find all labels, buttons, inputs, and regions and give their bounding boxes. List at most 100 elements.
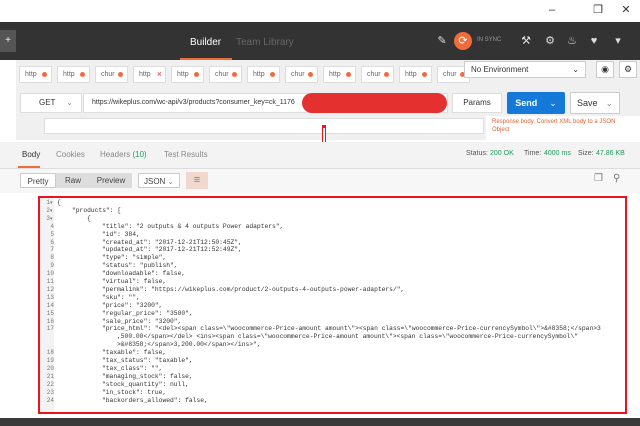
method-select[interactable]: GET ⌄ (20, 93, 82, 113)
tab-headers[interactable]: Headers (10) (100, 150, 147, 159)
send-label: Send (515, 98, 538, 108)
chevron-down-icon: ⌄ (572, 65, 579, 74)
fold-toggle-icon[interactable]: ▾ (50, 200, 53, 206)
pretty-button[interactable]: Pretty (20, 173, 56, 188)
request-tab[interactable]: chur (285, 66, 318, 83)
maximize-icon[interactable]: ❐ (588, 3, 608, 17)
request-tab-label: http (177, 71, 189, 78)
status-label: Status: (466, 150, 488, 157)
interceptor-icon[interactable]: ✎ (434, 33, 450, 49)
time-value: 4000 ms (544, 150, 571, 157)
line-number: 17 (46, 325, 54, 333)
minimize-icon[interactable]: – (542, 3, 562, 17)
close-icon[interactable]: ✕ (616, 3, 636, 17)
line-number: 1 (46, 199, 50, 206)
request-tab[interactable]: http (57, 66, 90, 83)
request-tab[interactable]: http (171, 66, 204, 83)
request-tab-label: http (63, 71, 75, 78)
heart-icon[interactable]: ♥ (586, 33, 602, 49)
status-value: 200 OK (490, 150, 514, 157)
line-number: 12 (46, 285, 54, 293)
env-settings-icon[interactable]: ⚙ (619, 61, 637, 78)
request-editor[interactable] (44, 118, 484, 134)
request-tab-label: chur (367, 71, 381, 78)
request-tab[interactable]: http (323, 66, 356, 83)
method-value: GET (39, 98, 56, 107)
unsaved-dot-icon (80, 72, 85, 77)
line-number: 8 (50, 254, 54, 262)
line-number: 4 (50, 222, 54, 230)
active-response-tab-indicator (18, 166, 40, 168)
code-line: "downloadable": false, (102, 270, 186, 278)
tab-builder[interactable]: Builder (190, 34, 221, 52)
code-line: "stock_quantity": null, (102, 380, 189, 388)
chevron-down-icon: ⌄ (549, 98, 557, 108)
unsaved-dot-icon (270, 72, 275, 77)
code-line: "type": "simple", (102, 254, 167, 262)
save-label: Save (576, 98, 598, 108)
format-select[interactable]: JSON ⌄ (138, 173, 180, 188)
wrap-lines-icon[interactable]: ≡ (186, 172, 208, 189)
sync-icon[interactable]: ⟳ (454, 32, 472, 50)
redaction-scribble (302, 93, 447, 113)
unsaved-dot-icon (308, 72, 313, 77)
line-number: 11 (46, 278, 54, 285)
code-line: { (87, 214, 91, 222)
code-line: "id": 384, (102, 230, 140, 238)
line-number: 14 (46, 301, 54, 309)
fold-toggle-icon[interactable]: ▾ (50, 216, 53, 222)
code-line: "price_html": "<del><span class=\"woocom… (102, 325, 601, 333)
request-tab[interactable]: chur (209, 66, 242, 83)
notifications-icon[interactable]: ♨ (564, 33, 580, 49)
settings-icon[interactable]: ⚙ (542, 33, 558, 49)
tab-cookies[interactable]: Cookies (56, 150, 85, 159)
save-button[interactable]: Save ⌄ (570, 92, 620, 114)
sync-status: IN SYNC (477, 37, 502, 43)
eye-icon[interactable]: ◉ (596, 61, 614, 78)
preview-button[interactable]: Preview (90, 173, 132, 188)
raw-button[interactable]: Raw (56, 173, 90, 188)
environment-select[interactable]: No Environment ⌄ (464, 61, 586, 78)
copy-icon[interactable]: ❐ (594, 173, 608, 187)
line-number: 20 (46, 364, 54, 372)
line-number: 22 (46, 380, 54, 388)
request-tab[interactable]: http × (133, 66, 166, 83)
params-button[interactable]: Params (452, 93, 502, 113)
tab-body[interactable]: Body (22, 150, 40, 159)
close-tab-icon[interactable]: × (157, 67, 162, 82)
line-number: 21 (46, 372, 54, 380)
line-number: 5 (50, 230, 54, 238)
search-icon[interactable]: ⚲ (613, 173, 627, 187)
line-number: 6 (50, 238, 54, 246)
fold-toggle-icon[interactable]: ▾ (50, 208, 53, 214)
request-tab[interactable]: http (399, 66, 432, 83)
request-tab-label: chur (291, 71, 305, 78)
size-value: 47.86 KB (596, 150, 625, 157)
request-tab-label: http (405, 71, 417, 78)
request-tab-label: chur (443, 71, 457, 78)
new-tab-button[interactable]: + (0, 30, 16, 52)
code-line: "permalink": "https://wikeplus.com/produ… (102, 285, 405, 293)
line-number: 13 (46, 293, 54, 301)
request-tab[interactable]: chur (95, 66, 128, 83)
wrench-icon[interactable]: ⚒ (518, 33, 534, 49)
code-line: "tax_status": "taxable", (102, 357, 193, 364)
request-tab-label: chur (215, 71, 229, 78)
request-tab[interactable]: http (19, 66, 52, 83)
request-tab-label: http (329, 71, 341, 78)
line-number: 24 (46, 396, 54, 404)
time-label: Time: (524, 150, 542, 157)
send-button[interactable]: Send ⌄ (507, 92, 565, 114)
request-tab[interactable]: chur (361, 66, 394, 83)
tab-team-library[interactable]: Team Library (236, 34, 294, 52)
line-number: 3 (46, 214, 50, 222)
code-line: "backorders_allowed": false, (102, 396, 208, 404)
request-tab[interactable]: http (247, 66, 280, 83)
user-menu-icon[interactable]: ▾ (610, 33, 626, 49)
tab-test-results[interactable]: Test Results (164, 150, 208, 159)
code-line: "created_at": "2017-12-21T12:50:45Z", (102, 238, 242, 246)
chevron-down-icon: ⌄ (605, 98, 614, 108)
line-number: 9 (50, 262, 54, 270)
request-tab-label: http (253, 71, 265, 78)
code-line: "price": "3200", (102, 301, 163, 309)
